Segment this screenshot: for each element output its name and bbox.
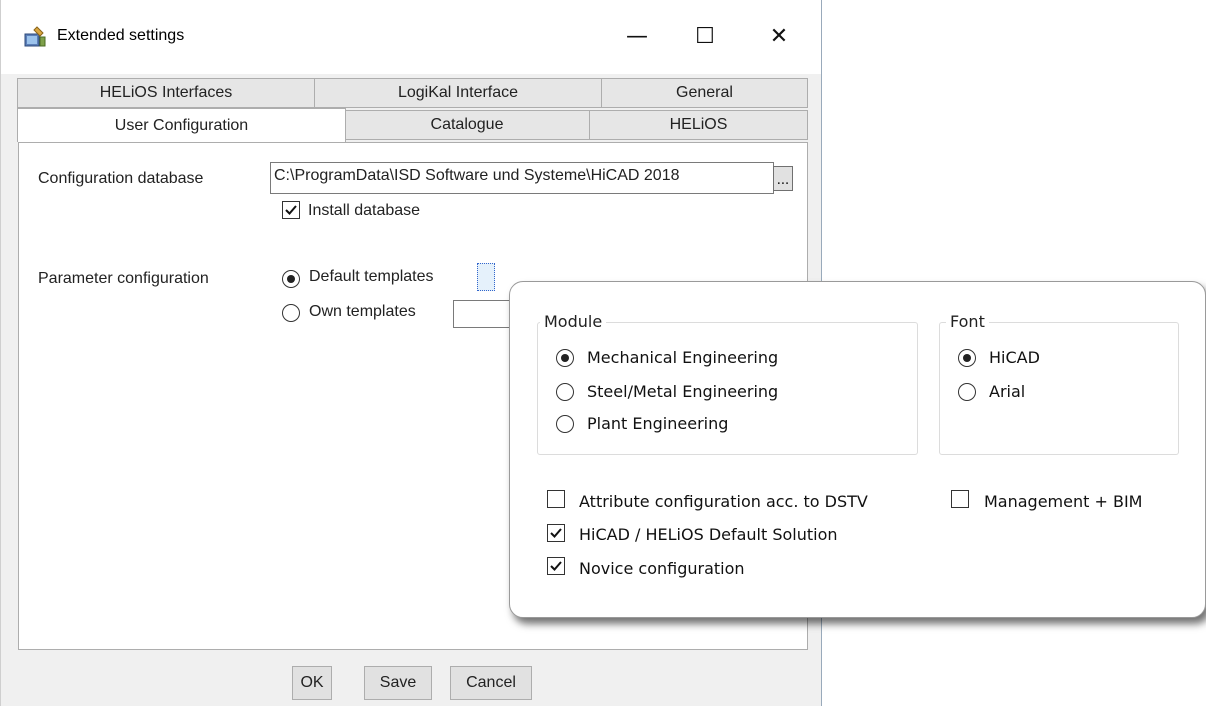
own-templates-radio[interactable] (282, 304, 300, 322)
attr-dstv-checkbox[interactable] (547, 490, 565, 508)
maximize-button[interactable]: ☐ (685, 18, 725, 54)
tab-logikal-interface[interactable]: LogiKal Interface (314, 78, 602, 108)
default-templates-label: Default templates (309, 268, 434, 285)
ok-button[interactable]: OK (292, 666, 332, 700)
install-db-checkbox[interactable] (282, 201, 300, 219)
title-bar[interactable]: Extended settings — ☐ ✕ (1, 0, 821, 74)
install-db-label: Install database (308, 202, 421, 219)
module-mechanical-label: Mechanical Engineering (587, 348, 779, 367)
cancel-button[interactable]: Cancel (450, 666, 532, 700)
default-templates-radio[interactable] (282, 270, 300, 288)
check-icon (550, 561, 562, 571)
tab-general[interactable]: General (601, 78, 808, 108)
tab-user-configuration[interactable]: User Configuration (17, 108, 346, 142)
tab-helios-interfaces[interactable]: HELiOS Interfaces (17, 78, 315, 108)
tab-helios[interactable]: HELiOS (589, 110, 808, 140)
font-title: Font (946, 312, 989, 331)
close-button[interactable]: ✕ (759, 18, 799, 54)
minimize-button[interactable]: — (617, 18, 657, 54)
browse-db-button[interactable]: ... (773, 166, 793, 191)
management-bim-label: Management + BIM (984, 492, 1143, 511)
default-templates-options-button[interactable] (477, 263, 495, 291)
novice-config-label: Novice configuration (579, 559, 745, 578)
config-db-label: Configuration database (38, 170, 204, 187)
attr-dstv-label: Attribute configuration acc. to DSTV (579, 492, 868, 511)
save-button[interactable]: Save (364, 666, 432, 700)
template-options-popup: Module Mechanical Engineering Steel/Meta… (509, 281, 1206, 618)
window-title: Extended settings (57, 27, 185, 44)
module-radio-plant[interactable] (556, 415, 574, 433)
module-title: Module (540, 312, 607, 331)
module-steel-label: Steel/Metal Engineering (587, 382, 779, 401)
default-solution-checkbox[interactable] (547, 524, 565, 542)
font-hicad-label: HiCAD (989, 348, 1040, 367)
novice-config-checkbox[interactable] (547, 557, 565, 575)
own-templates-label: Own templates (309, 303, 416, 320)
module-plant-label: Plant Engineering (587, 414, 729, 433)
module-radio-steel[interactable] (556, 383, 574, 401)
default-solution-label: HiCAD / HELiOS Default Solution (579, 525, 838, 544)
config-db-field[interactable]: C:\ProgramData\ISD Software und Systeme\… (270, 162, 774, 194)
module-radio-mechanical[interactable] (556, 349, 574, 367)
font-radio-hicad[interactable] (958, 349, 976, 367)
font-arial-label: Arial (989, 382, 1026, 401)
param-config-label: Parameter configuration (38, 270, 209, 287)
check-icon (550, 528, 562, 538)
settings-app-icon (23, 25, 47, 49)
font-radio-arial[interactable] (958, 383, 976, 401)
management-bim-checkbox[interactable] (951, 490, 969, 508)
check-icon (285, 205, 297, 215)
tab-catalogue[interactable]: Catalogue (344, 110, 590, 140)
